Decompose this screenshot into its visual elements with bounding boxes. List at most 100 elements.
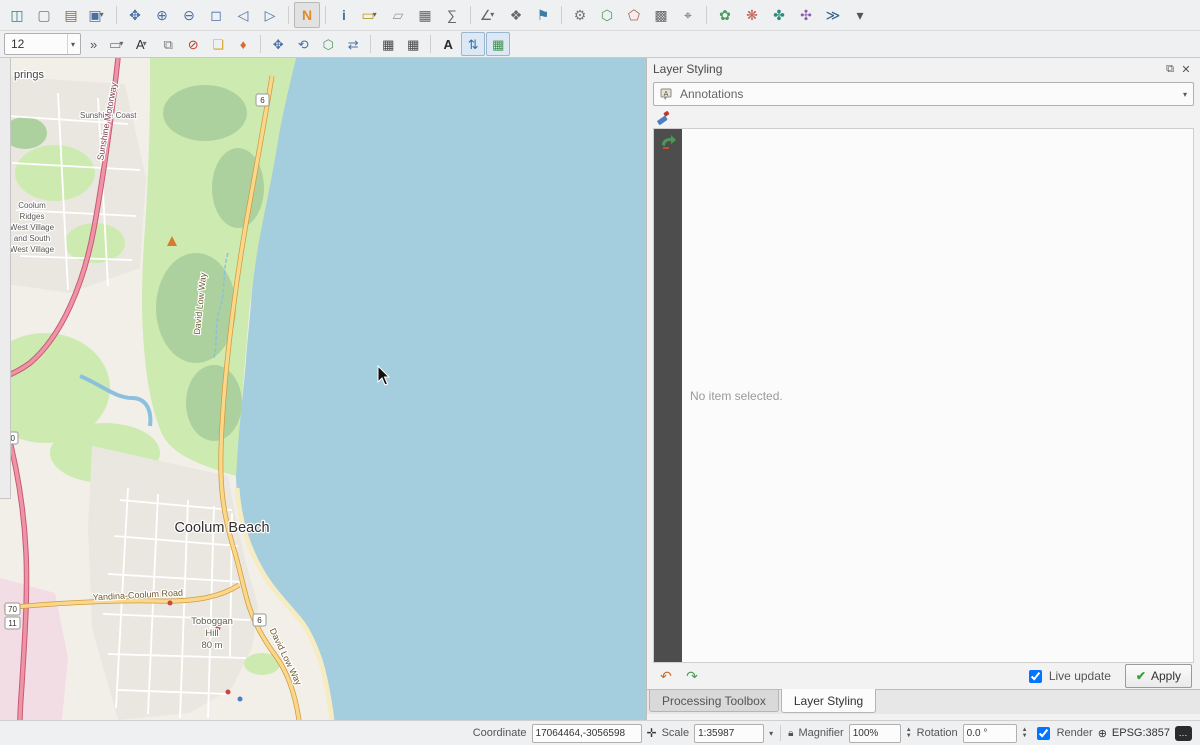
auto-text-button[interactable]: A <box>436 32 460 56</box>
magnifier-label: Magnifier <box>798 727 843 739</box>
toggle-annotation-icon: ⇅ <box>468 38 479 51</box>
style-redo-button[interactable]: ↷ <box>681 665 703 687</box>
close-panel-button[interactable]: ✕ <box>1178 61 1194 77</box>
bookmark-icon: ⚑ <box>537 8 550 22</box>
layer-styling-header: Layer Styling ⧉ ✕ <box>647 58 1200 80</box>
live-update-input[interactable] <box>1029 670 1042 683</box>
deselect-features-button[interactable]: ▱ <box>385 2 411 28</box>
plugin-purple-button[interactable]: ✣ <box>793 2 819 28</box>
zoom-in-button[interactable]: ⊕ <box>149 2 175 28</box>
zoom-out-icon: ⊖ <box>183 8 195 22</box>
zoom-last-button[interactable]: ◁ <box>230 2 256 28</box>
status-separator <box>780 725 781 741</box>
annotation-symbology-tab-icon <box>659 133 677 151</box>
topology-checker-button[interactable]: ⬡ <box>594 2 620 28</box>
python-console-button[interactable]: ≫ <box>820 2 846 28</box>
dropdown-caret-icon: ▾ <box>143 40 151 48</box>
zoom-full-icon: ◻ <box>210 8 222 22</box>
move-annotation-icon: ✥ <box>273 38 284 51</box>
tab-processing-toolbox[interactable]: Processing Toolbox <box>649 690 779 712</box>
zoom-in-icon: ⊕ <box>156 8 168 22</box>
options-menu-button[interactable]: ▾ <box>847 2 873 28</box>
new-bookmark-button[interactable]: ⚑ <box>530 2 556 28</box>
rotation-spinner[interactable]: ▲▼ <box>1022 727 1028 739</box>
plugin-red-button[interactable]: ❋ <box>739 2 765 28</box>
measure-line-button[interactable]: ∠▾ <box>476 2 502 28</box>
node-tool-button[interactable]: ⬡ <box>316 32 340 56</box>
map-tips-button[interactable]: ❖ <box>503 2 529 28</box>
render-checkbox[interactable]: Render <box>1033 724 1093 743</box>
style-undo-button[interactable]: ↶ <box>655 665 677 687</box>
georeferencer-button[interactable]: ⌖ <box>675 2 701 28</box>
plugin-green-button[interactable]: ✿ <box>712 2 738 28</box>
save-project-button[interactable]: ▣▾ <box>85 2 111 28</box>
annotations-layer-icon: A <box>660 88 674 100</box>
zoom-out-button[interactable]: ⊖ <box>176 2 202 28</box>
label-village-line: and South <box>14 234 50 243</box>
map-canvas[interactable]: 6 70 70 11 6 prings Sunshine Coast Coolu… <box>0 58 646 720</box>
plugin-teal-button[interactable]: ✤ <box>766 2 792 28</box>
tab-layer-styling[interactable]: Layer Styling <box>781 689 876 713</box>
magnifier-spinner[interactable]: ▲▼ <box>906 727 912 739</box>
chevron-down-icon[interactable]: ▾ <box>769 729 773 738</box>
new-shapefile-layer-icon: N <box>302 8 312 22</box>
processing-toolbox-button[interactable]: ⚙ <box>567 2 593 28</box>
pan-map-button[interactable]: ✥ <box>122 2 148 28</box>
new-project-button[interactable]: ▢ <box>31 2 57 28</box>
apply-button[interactable]: ✔ Apply <box>1125 664 1192 688</box>
rotation-label: Rotation <box>917 727 958 739</box>
font-size-combo[interactable]: 12 ▾ <box>4 33 81 55</box>
open-project-button[interactable]: ▤ <box>58 2 84 28</box>
style-tab-strip[interactable] <box>654 129 682 662</box>
offset-curve-button[interactable]: ⇄ <box>341 32 365 56</box>
apply-label: Apply <box>1151 669 1181 683</box>
label-springs: prings <box>14 69 44 81</box>
check-geometries-button[interactable]: ⬠ <box>621 2 647 28</box>
field-calculator-button[interactable]: ∑ <box>439 2 465 28</box>
live-update-checkbox[interactable]: Live update <box>1025 667 1111 686</box>
text-annotation-button[interactable]: A▾ <box>131 32 155 56</box>
undock-panel-button[interactable]: ⧉ <box>1162 61 1178 77</box>
magnifier-input[interactable] <box>849 724 901 743</box>
move-annotation-button[interactable]: ✥ <box>266 32 290 56</box>
annotation-style-button[interactable]: ▭▾ <box>106 32 130 56</box>
crs-icon[interactable]: ⊕ <box>1098 727 1107 740</box>
messages-icon[interactable]: … <box>1175 726 1192 741</box>
toggle-annotation-tool-button[interactable]: ⇅ <box>461 32 485 56</box>
rotation-input[interactable] <box>963 724 1017 743</box>
identify-features-button[interactable]: i <box>331 2 357 28</box>
crs-value[interactable]: EPSG:3857 <box>1112 727 1170 739</box>
layer-selector-combo[interactable]: A Annotations ▾ <box>653 82 1194 106</box>
check-geometries-icon: ⬠ <box>628 8 640 22</box>
deselect-features-icon: ▱ <box>393 8 404 22</box>
zoom-next-button[interactable]: ▷ <box>257 2 283 28</box>
raster-calculator-button[interactable]: ▩ <box>648 2 674 28</box>
render-input[interactable] <box>1037 727 1050 740</box>
data-source-manager-button[interactable]: ◫ <box>4 2 30 28</box>
lock-scale-icon[interactable]: 🔒︎ <box>788 728 793 739</box>
toolbar-separator <box>288 6 289 24</box>
remove-annotation-button[interactable]: ⊘ <box>181 32 205 56</box>
select-features-button[interactable]: ▭▾ <box>358 2 384 28</box>
zoom-full-button[interactable]: ◻ <box>203 2 229 28</box>
topology-icon: ⬡ <box>601 8 613 22</box>
plugin-red-icon: ❋ <box>746 8 758 22</box>
layer-styling-content: No item selected. <box>653 128 1194 663</box>
new-shapefile-layer-button[interactable]: N <box>294 2 320 28</box>
toggle-layer-visibility-button[interactable]: ▦ <box>486 32 510 56</box>
overview-map-2-button[interactable]: ▦ <box>401 32 425 56</box>
marker-annotation-button[interactable]: ♦ <box>231 32 255 56</box>
coordinate-input[interactable] <box>532 724 642 743</box>
label-hill-line: Hill <box>205 628 218 639</box>
html-annotation-button[interactable]: ⧉ <box>156 32 180 56</box>
open-attribute-table-button[interactable]: ▦ <box>412 2 438 28</box>
overview-map-1-button[interactable]: ▦ <box>376 32 400 56</box>
scale-input[interactable] <box>694 724 764 743</box>
mouse-position-icon[interactable]: ✛ <box>647 726 657 740</box>
toolbar-overflow-chevron[interactable]: » <box>82 37 105 52</box>
sticky-note-annotation-button[interactable]: ❏ <box>206 32 230 56</box>
plugin-purple-icon: ✣ <box>800 8 812 22</box>
collapsed-panel-strip[interactable] <box>0 58 11 499</box>
poi-dot <box>238 697 243 702</box>
rotate-annotation-button[interactable]: ⟲ <box>291 32 315 56</box>
